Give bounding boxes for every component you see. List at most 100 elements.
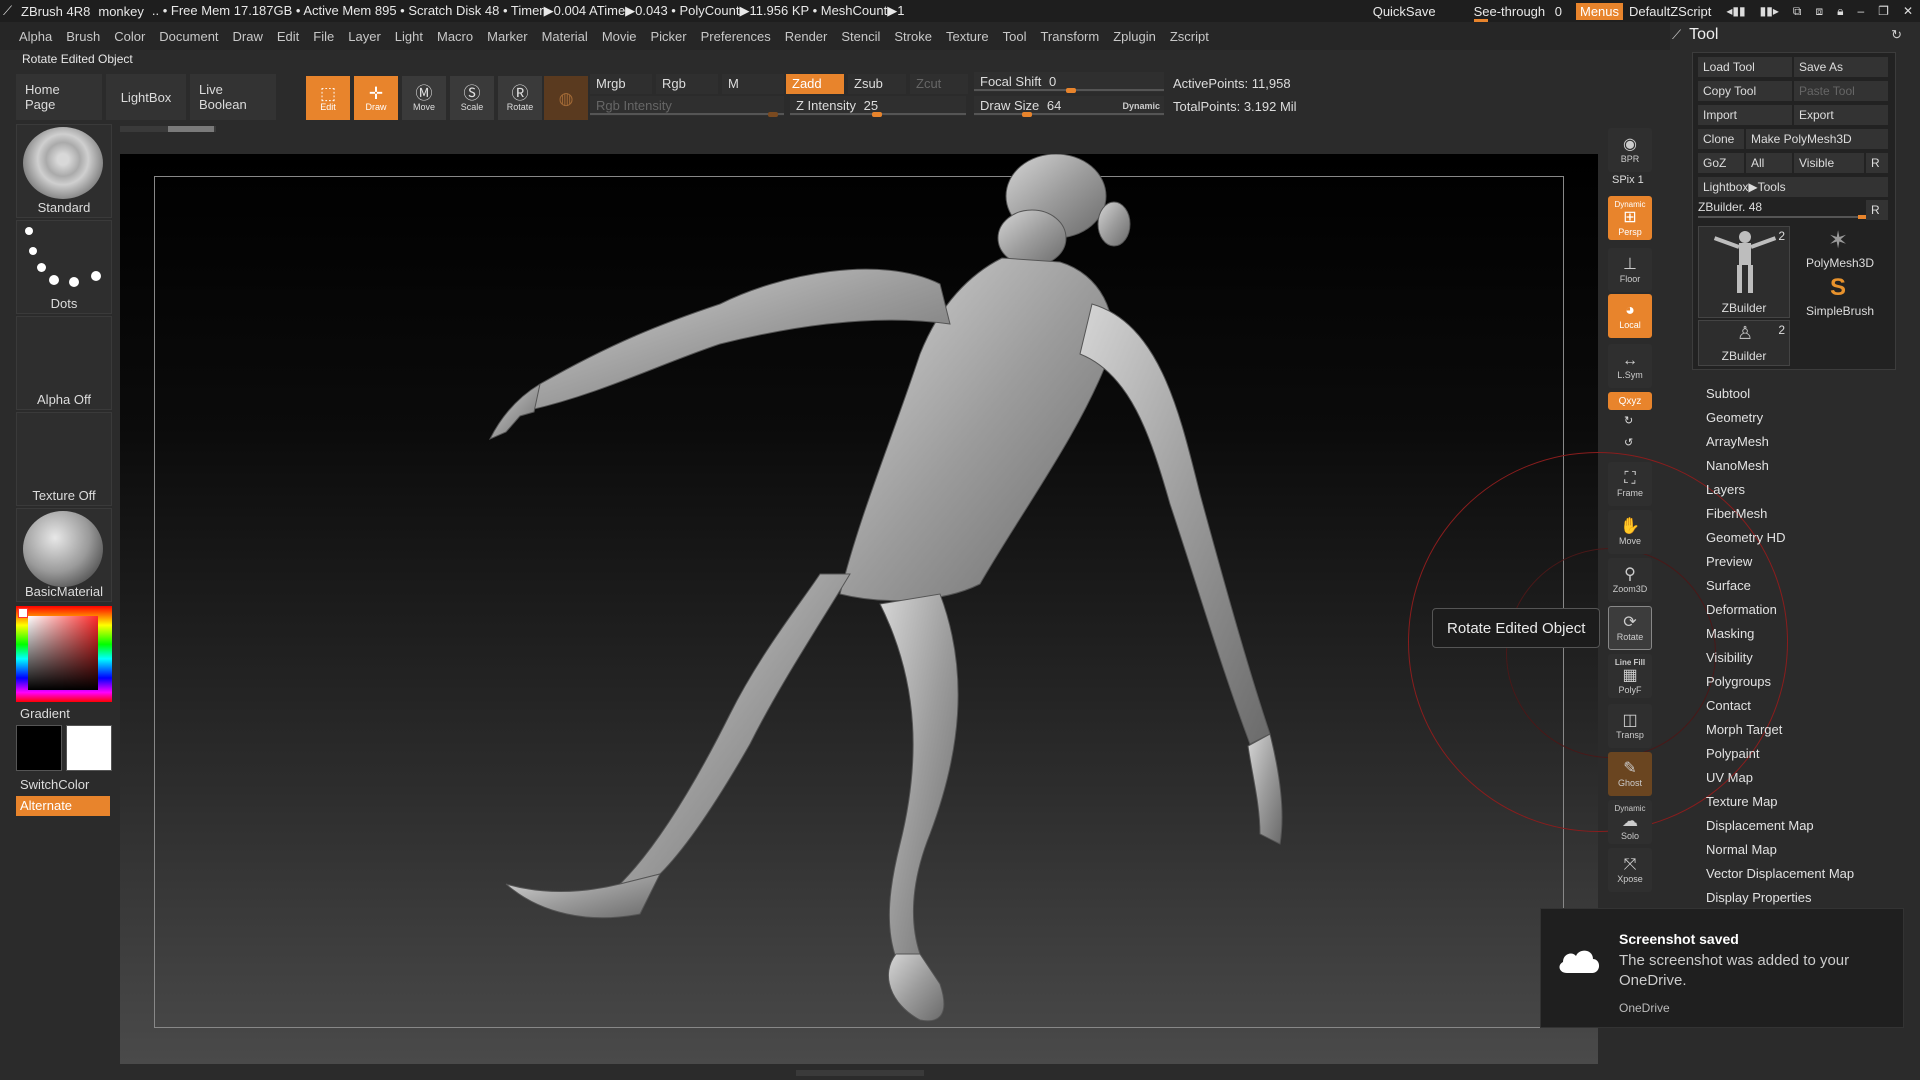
draw-size-slider[interactable]: Draw Size 64 Dynamic — [974, 96, 1164, 117]
ghost-button[interactable]: ✎ Ghost — [1608, 752, 1652, 796]
subpalette-contact[interactable]: Contact — [1706, 694, 1854, 718]
menu-item-color[interactable]: Color — [114, 29, 145, 44]
z-intensity-knob[interactable] — [872, 112, 882, 117]
tool-palette-header[interactable]: ⟋ Tool ↻ — [1672, 24, 1912, 46]
subpalette-geometry[interactable]: Geometry — [1706, 406, 1854, 430]
mrgb-button[interactable]: Mrgb — [590, 74, 652, 94]
lsym-button[interactable]: ↔ L.Sym — [1608, 344, 1652, 388]
alpha-selector[interactable]: Alpha Off — [16, 316, 112, 410]
tool-thumb-zbuilder[interactable]: 2 ZBuilder — [1698, 226, 1790, 318]
menu-item-zplugin[interactable]: Zplugin — [1113, 29, 1156, 44]
onedrive-toast[interactable]: Screenshot saved The screenshot was adde… — [1540, 908, 1904, 1028]
subpalette-surface[interactable]: Surface — [1706, 574, 1854, 598]
menu-item-file[interactable]: File — [313, 29, 334, 44]
close-icon[interactable]: ✕ — [1903, 4, 1913, 18]
floor-button[interactable]: ⊥ Floor — [1608, 248, 1652, 292]
canvas-top-scrollbar[interactable] — [120, 126, 216, 132]
default-zscript-button[interactable]: DefaultZScript — [1629, 4, 1711, 19]
tool-thumb-simplebrush[interactable]: S SimpleBrush — [1794, 274, 1886, 320]
stroke-selector[interactable]: Dots — [16, 220, 112, 314]
move-view-button[interactable]: ✋ Move — [1608, 510, 1652, 554]
load-tool-button[interactable]: Load Tool — [1698, 57, 1792, 77]
m-button[interactable]: M — [722, 74, 784, 94]
menu-item-movie[interactable]: Movie — [602, 29, 637, 44]
goz-visible-button[interactable]: Visible — [1794, 153, 1864, 173]
rgb-button[interactable]: Rgb — [656, 74, 718, 94]
menu-item-brush[interactable]: Brush — [66, 29, 100, 44]
paste-tool-button[interactable]: Paste Tool — [1794, 81, 1888, 101]
tool-thumb-zbuilder-small[interactable]: 2 ♙ ZBuilder — [1698, 320, 1790, 366]
subpalette-display-properties[interactable]: Display Properties — [1706, 886, 1854, 910]
subpalette-texture-map[interactable]: Texture Map — [1706, 790, 1854, 814]
rgb-intensity-slider[interactable]: Rgb Intensity — [590, 96, 784, 117]
rotate-view-button[interactable]: ⟳ Rotate — [1608, 606, 1652, 650]
alternate-button[interactable]: Alternate — [16, 796, 110, 816]
menu-item-preferences[interactable]: Preferences — [701, 29, 771, 44]
scale-mode-button[interactable]: Ⓢ Scale — [450, 76, 494, 120]
saturation-value-square[interactable] — [28, 616, 98, 690]
transp-button[interactable]: ◫ Transp — [1608, 704, 1652, 748]
goz-button[interactable]: GoZ — [1698, 153, 1744, 173]
edit-mode-button[interactable]: ⬚ Edit — [306, 76, 350, 120]
menu-item-picker[interactable]: Picker — [651, 29, 687, 44]
goz-r-button[interactable]: R — [1866, 153, 1888, 173]
secondary-color-swatch[interactable] — [66, 725, 112, 771]
color-cursor[interactable] — [18, 608, 28, 618]
material-swatch-button[interactable]: ◍ — [544, 76, 588, 120]
scroll-thumb[interactable] — [168, 126, 214, 132]
subpalette-subtool[interactable]: Subtool — [1706, 382, 1854, 406]
zadd-button[interactable]: Zadd — [786, 74, 844, 94]
menu-item-alpha[interactable]: Alpha — [19, 29, 52, 44]
xyz-rotation-button[interactable]: Qxyz — [1608, 392, 1652, 410]
clone-button[interactable]: Clone — [1698, 129, 1744, 149]
viewport-canvas[interactable] — [120, 154, 1598, 1064]
tool-pin-icon[interactable]: ⟋ — [1672, 27, 1681, 43]
menu-item-texture[interactable]: Texture — [946, 29, 989, 44]
layout-toggle-2-icon[interactable]: ▮▮▸ — [1760, 4, 1779, 18]
save-as-button[interactable]: Save As — [1794, 57, 1888, 77]
lightbox-button[interactable]: LightBox — [106, 74, 186, 120]
menu-item-stroke[interactable]: Stroke — [894, 29, 932, 44]
subpalette-polygroups[interactable]: Polygroups — [1706, 670, 1854, 694]
z-rotation-icon[interactable]: ↺ — [1624, 436, 1633, 449]
subpalette-nanomesh[interactable]: NanoMesh — [1706, 454, 1854, 478]
subpalette-masking[interactable]: Masking — [1706, 622, 1854, 646]
focal-shift-slider[interactable]: Focal Shift 0 — [974, 72, 1164, 93]
menu-item-stencil[interactable]: Stencil — [841, 29, 880, 44]
frame-button[interactable]: ⛶ Frame — [1608, 462, 1652, 506]
subpalette-displacement-map[interactable]: Displacement Map — [1706, 814, 1854, 838]
material-selector[interactable]: BasicMaterial — [16, 508, 112, 602]
brush-selector[interactable]: Standard — [16, 124, 112, 218]
subpalette-vector-displacement-map[interactable]: Vector Displacement Map — [1706, 862, 1854, 886]
zbuilder-r-button[interactable]: R — [1866, 200, 1888, 220]
bpr-button[interactable]: ◉ BPR — [1608, 128, 1652, 172]
polyf-button[interactable]: Line Fill ▦ PolyF — [1608, 654, 1652, 698]
palette-refresh-icon[interactable]: ↻ — [1891, 27, 1902, 43]
move-mode-button[interactable]: Ⓜ Move — [402, 76, 446, 120]
draw-size-knob[interactable] — [1022, 112, 1032, 117]
menu-item-marker[interactable]: Marker — [487, 29, 527, 44]
make-polymesh3d-button[interactable]: Make PolyMesh3D — [1746, 129, 1888, 149]
menu-item-document[interactable]: Document — [159, 29, 218, 44]
subpalette-deformation[interactable]: Deformation — [1706, 598, 1854, 622]
menu-item-edit[interactable]: Edit — [277, 29, 299, 44]
window-layout-icon[interactable]: ⧈ — [1815, 4, 1823, 19]
copy-tool-button[interactable]: Copy Tool — [1698, 81, 1792, 101]
gradient-label[interactable]: Gradient — [20, 706, 112, 721]
tool-thumb-polymesh3d[interactable]: ✶ PolyMesh3D — [1794, 226, 1886, 272]
zoom3d-button[interactable]: ⚲ Zoom3D — [1608, 558, 1652, 602]
texture-selector[interactable]: Texture Off — [16, 412, 112, 506]
chimp-model[interactable] — [120, 154, 1598, 1064]
layout-toggle-icon[interactable]: ◂▮▮ — [1726, 4, 1745, 18]
subpalette-visibility[interactable]: Visibility — [1706, 646, 1854, 670]
live-boolean-button[interactable]: Live Boolean — [190, 74, 276, 120]
menu-item-draw[interactable]: Draw — [233, 29, 263, 44]
zcut-button[interactable]: Zcut — [910, 74, 968, 94]
zbuilder-slider[interactable]: ZBuilder. 48 — [1698, 200, 1874, 219]
menus-toggle-button[interactable]: Menus — [1576, 2, 1624, 20]
xpose-button[interactable]: ⤧ Xpose — [1608, 848, 1652, 892]
lock-icon[interactable]: 🔒︎ — [1837, 4, 1843, 19]
home-page-button[interactable]: Home Page — [16, 74, 102, 120]
spix-value[interactable]: SPix 1 — [1612, 174, 1644, 186]
persp-button[interactable]: Dynamic ⊞ Persp — [1608, 196, 1652, 240]
